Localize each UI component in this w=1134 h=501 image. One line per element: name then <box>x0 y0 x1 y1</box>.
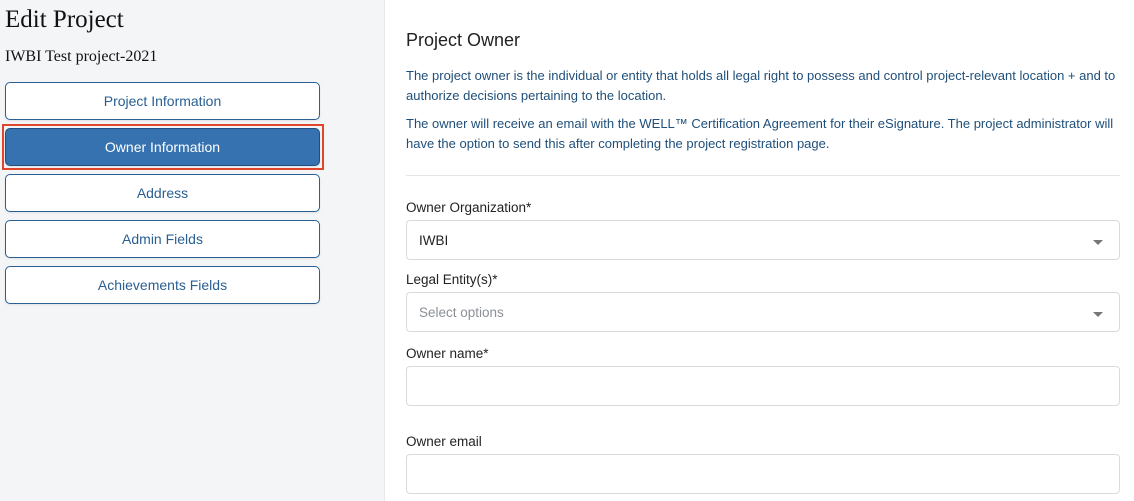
owner-description: The project owner is the individual or e… <box>406 68 1116 103</box>
nav-project-information-button[interactable]: Project Information <box>5 82 320 120</box>
project-owner-panel: Project Owner The project owner is the i… <box>384 0 1134 501</box>
owner-organization-select[interactable]: IWBI <box>406 220 1120 260</box>
legal-entities-placeholder: Select options <box>419 304 504 320</box>
divider <box>406 175 1120 176</box>
owner-name-input[interactable] <box>406 366 1120 406</box>
nav-owner-information-button[interactable]: Owner Information <box>5 128 320 166</box>
legal-entities-label: Legal Entity(s)* <box>406 272 498 287</box>
owner-organization-label: Owner Organization* <box>406 200 532 215</box>
chevron-down-icon <box>1093 311 1103 317</box>
sidebar: Edit Project IWBI Test project-2021 Proj… <box>0 0 340 501</box>
page-title: Edit Project <box>5 6 124 33</box>
nav-address-button[interactable]: Address <box>5 174 320 212</box>
owner-email-input[interactable] <box>406 454 1120 494</box>
owner-organization-value: IWBI <box>419 232 449 248</box>
section-title: Project Owner <box>406 30 521 50</box>
agreement-description: The owner will receive an email with the… <box>406 116 1114 151</box>
owner-name-label: Owner name* <box>406 346 489 361</box>
chevron-down-icon <box>1093 239 1103 245</box>
nav-achievements-fields-button[interactable]: Achievements Fields <box>5 266 320 304</box>
legal-entities-select[interactable]: Select options <box>406 292 1120 332</box>
nav-admin-fields-button[interactable]: Admin Fields <box>5 220 320 258</box>
owner-email-label: Owner email <box>406 434 482 449</box>
project-name: IWBI Test project-2021 <box>5 48 158 65</box>
